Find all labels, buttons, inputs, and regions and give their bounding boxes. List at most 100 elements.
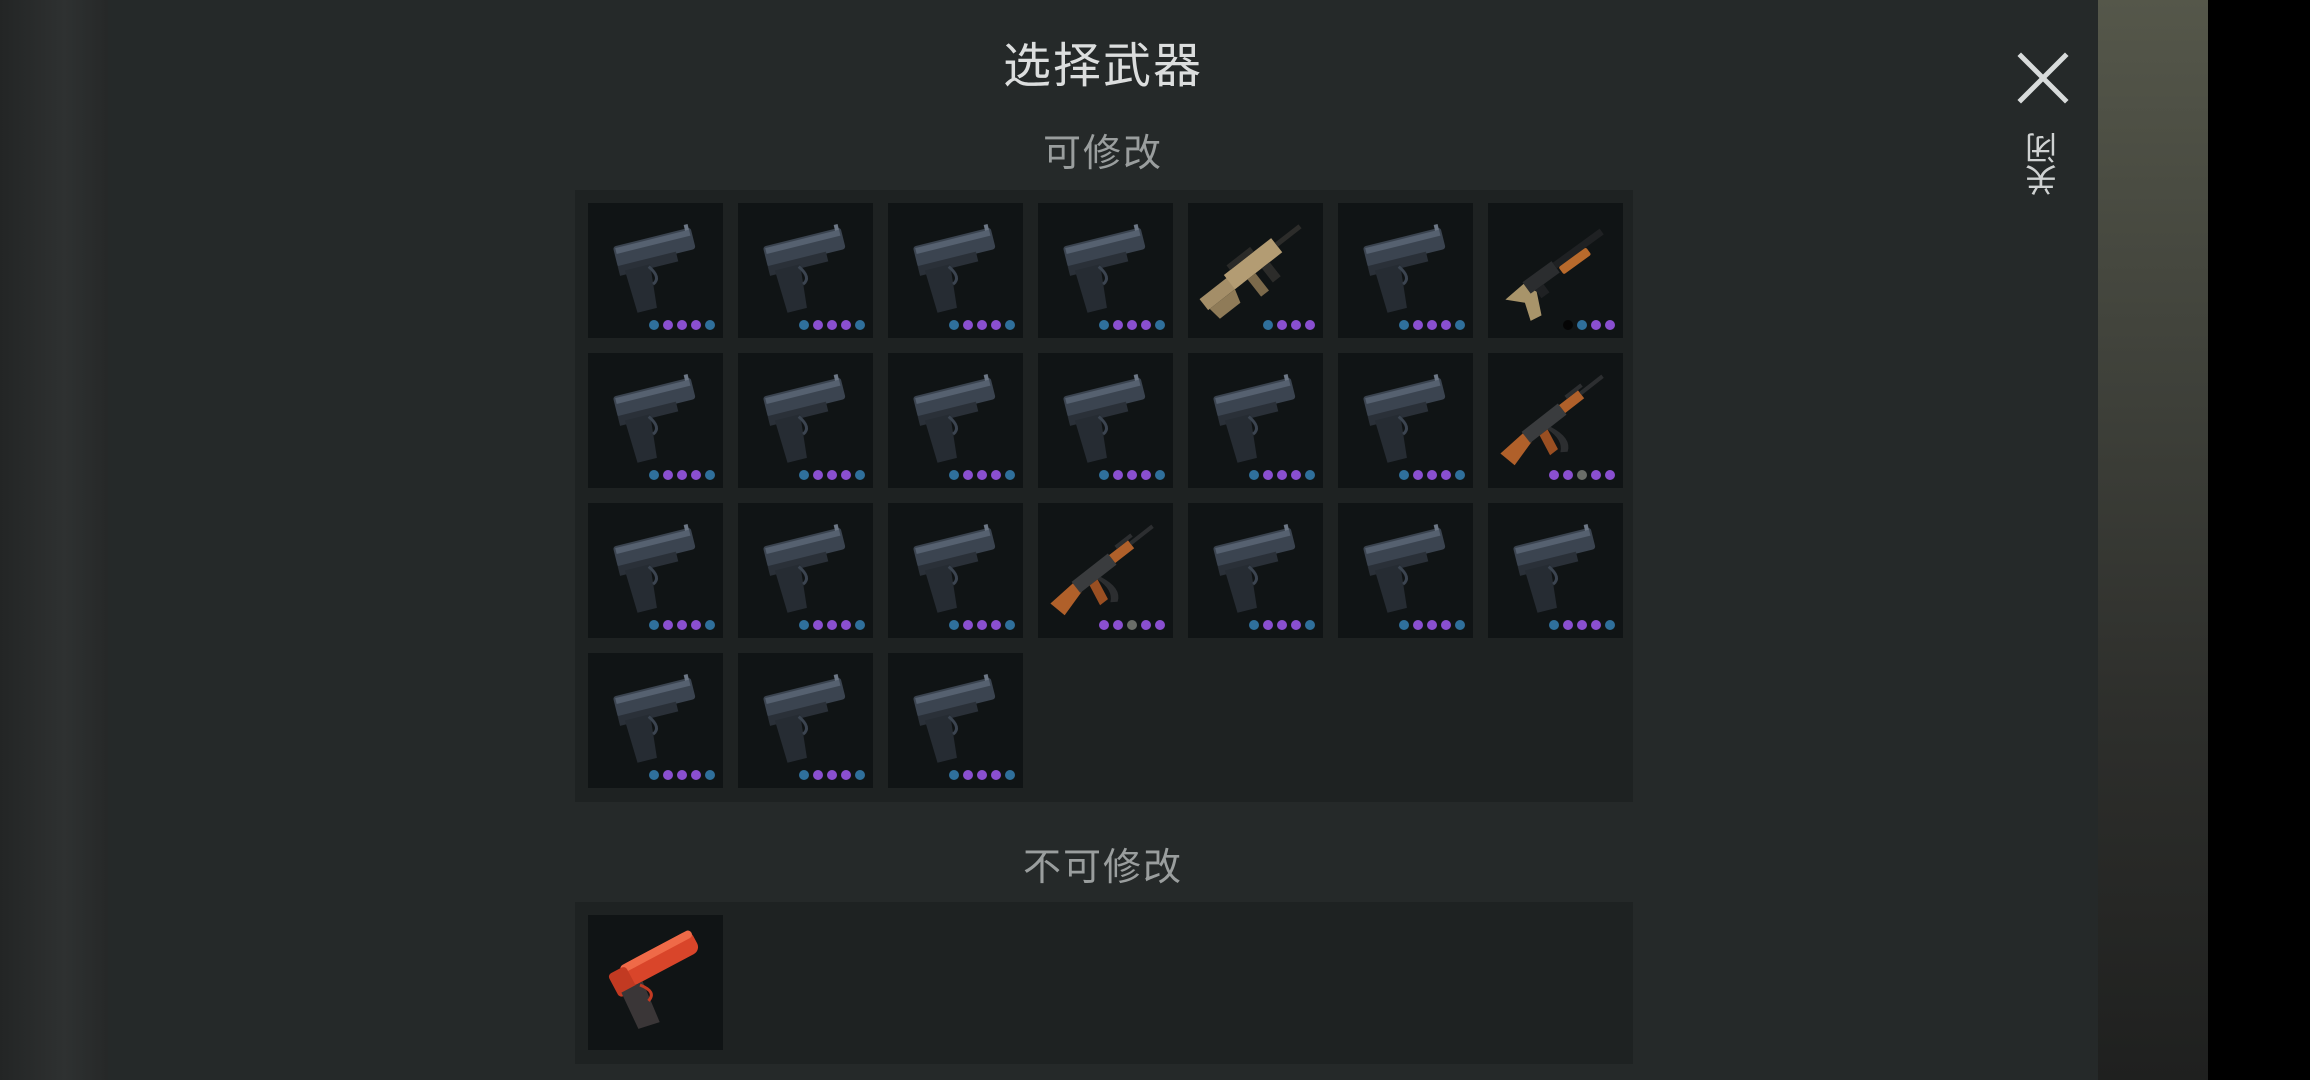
- weapon-slot[interactable]: [588, 353, 723, 488]
- background-left: [0, 0, 108, 1080]
- upgrade-dot: [1549, 470, 1559, 480]
- weapon-slot[interactable]: [1488, 203, 1623, 338]
- pistol-icon: [1363, 223, 1446, 313]
- close-icon: [2017, 52, 2069, 104]
- upgrade-dot: [705, 770, 715, 780]
- upgrade-dot: [1249, 470, 1259, 480]
- upgrade-dot: [949, 320, 959, 330]
- upgrade-dot: [705, 320, 715, 330]
- upgrade-dots: [649, 470, 715, 480]
- section-title-unmodifiable: 不可修改: [1022, 845, 1183, 889]
- upgrade-dot: [977, 320, 987, 330]
- upgrade-dot: [991, 620, 1001, 630]
- weapon-slot[interactable]: [888, 353, 1023, 488]
- upgrade-dots: [1399, 320, 1465, 330]
- upgrade-dot: [1577, 470, 1587, 480]
- upgrade-dot: [991, 320, 1001, 330]
- weapon-slot[interactable]: [1038, 203, 1173, 338]
- weapon-slot[interactable]: [1188, 203, 1323, 338]
- upgrade-dot: [1305, 320, 1315, 330]
- weapon-slot[interactable]: [1338, 203, 1473, 338]
- upgrade-dot: [841, 770, 851, 780]
- upgrade-dot: [1249, 620, 1259, 630]
- upgrade-dot: [1141, 320, 1151, 330]
- weapon-slot[interactable]: [888, 503, 1023, 638]
- upgrade-dot: [1427, 320, 1437, 330]
- upgrade-dot: [1413, 470, 1423, 480]
- upgrade-dot: [855, 620, 865, 630]
- upgrade-dot: [977, 770, 987, 780]
- upgrade-dots: [1249, 470, 1315, 480]
- pistol-icon: [613, 523, 696, 613]
- weapon-slot[interactable]: [738, 503, 873, 638]
- upgrade-dot: [1605, 470, 1615, 480]
- upgrade-dot: [1127, 620, 1137, 630]
- weapon-slot[interactable]: [1188, 353, 1323, 488]
- weapon-slot[interactable]: [1488, 353, 1623, 488]
- flare-gun-icon: [608, 930, 699, 1029]
- upgrade-dot: [1141, 620, 1151, 630]
- upgrade-dots: [949, 770, 1015, 780]
- upgrade-dot: [691, 470, 701, 480]
- game-screen: 选择武器 关闭 可修改 不可修改: [0, 0, 2310, 1080]
- upgrade-dots: [799, 470, 865, 480]
- pistol-icon: [1363, 373, 1446, 463]
- upgrade-dot: [705, 620, 715, 630]
- upgrade-dot: [1563, 470, 1573, 480]
- weapon-slot[interactable]: [1488, 503, 1623, 638]
- upgrade-dot: [827, 470, 837, 480]
- weapon-slot[interactable]: [738, 353, 873, 488]
- weapon-slot[interactable]: [1038, 353, 1173, 488]
- pistol-icon: [613, 373, 696, 463]
- upgrade-dot: [949, 470, 959, 480]
- upgrade-dot: [827, 620, 837, 630]
- upgrade-dot: [1441, 470, 1451, 480]
- pistol-icon: [763, 673, 846, 763]
- weapon-slot[interactable]: [888, 653, 1023, 788]
- upgrade-dot: [1441, 620, 1451, 630]
- weapon-slot[interactable]: [588, 203, 723, 338]
- upgrade-dot: [991, 470, 1001, 480]
- upgrade-dot: [1427, 470, 1437, 480]
- weapon-slot[interactable]: [738, 653, 873, 788]
- upgrade-dots: [1099, 470, 1165, 480]
- weapon-slot[interactable]: [1038, 503, 1173, 638]
- upgrade-dot: [691, 770, 701, 780]
- modifiable-weapon-grid: [575, 190, 1633, 802]
- upgrade-dot: [1277, 470, 1287, 480]
- pistol-icon: [913, 523, 996, 613]
- upgrade-dot: [799, 470, 809, 480]
- upgrade-dot: [677, 620, 687, 630]
- upgrade-dots: [1549, 620, 1615, 630]
- weapon-slot[interactable]: [888, 203, 1023, 338]
- upgrade-dots: [1263, 320, 1315, 330]
- upgrade-dot: [1113, 470, 1123, 480]
- weapon-slot[interactable]: [738, 203, 873, 338]
- weapon-slot[interactable]: [1338, 353, 1473, 488]
- weapon-slot[interactable]: [1338, 503, 1473, 638]
- upgrade-dot: [1263, 470, 1273, 480]
- upgrade-dots: [649, 620, 715, 630]
- upgrade-dot: [1141, 470, 1151, 480]
- upgrade-dot: [677, 470, 687, 480]
- upgrade-dot: [813, 470, 823, 480]
- upgrade-dot: [827, 770, 837, 780]
- upgrade-dot: [1413, 320, 1423, 330]
- upgrade-dot: [841, 320, 851, 330]
- upgrade-dot: [1563, 620, 1573, 630]
- weapon-slot[interactable]: [588, 503, 723, 638]
- weapon-slot[interactable]: [588, 915, 723, 1050]
- upgrade-dot: [1455, 470, 1465, 480]
- weapon-slot[interactable]: [1188, 503, 1323, 638]
- upgrade-dot: [1291, 320, 1301, 330]
- upgrade-dot: [1577, 620, 1587, 630]
- upgrade-dot: [677, 770, 687, 780]
- upgrade-dot: [1277, 620, 1287, 630]
- pistol-icon: [1063, 373, 1146, 463]
- upgrade-dot: [1155, 320, 1165, 330]
- upgrade-dot: [1455, 320, 1465, 330]
- weapon-slot[interactable]: [588, 653, 723, 788]
- upgrade-dot: [1305, 470, 1315, 480]
- upgrade-dot: [1441, 320, 1451, 330]
- upgrade-dot: [1113, 320, 1123, 330]
